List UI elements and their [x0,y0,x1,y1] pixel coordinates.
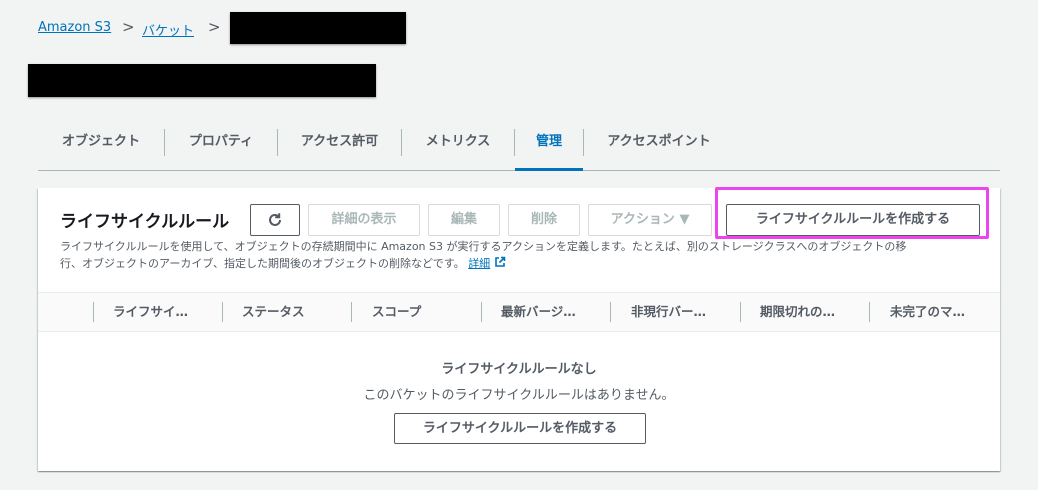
panel-title: ライフサイクルルール [60,212,230,232]
description-line-2: 行、オブジェクトのアーカイブ、指定した期間後のオブジェクトの削除などです。 詳細 [60,255,980,272]
refresh-icon [269,213,281,226]
redacted-bucket-name-breadcrumb [230,12,406,44]
breadcrumb-link-buckets[interactable]: バケット [142,20,194,39]
empty-state-message: このバケットのライフサイクルルールはありません。 [363,388,675,403]
empty-state-create-button[interactable]: ライフサイクルルールを作成する [394,413,646,444]
column-header-scope[interactable]: スコープ [372,293,421,331]
delete-button[interactable]: 削除 [508,204,580,236]
column-header-current-version[interactable]: 最新バージ… [501,293,576,331]
breadcrumb-link-s3[interactable]: Amazon S3 [38,20,111,35]
learn-more-link[interactable]: 詳細 [468,257,490,270]
column-header-lifecycle-rule[interactable]: ライフサイ… [113,293,188,331]
tab-properties[interactable]: プロパティ [165,124,277,170]
chevron-right-icon: > [122,18,135,36]
view-details-button[interactable]: 詳細の表示 [308,204,420,236]
empty-state-title: ライフサイクルルールなし [441,362,597,377]
description-line-1: ライフサイクルルールを使用して、オブジェクトの存続期間中に Amazon S3 … [60,240,907,253]
table-header: ライフサイ… ステータス スコープ 最新バージ… 非現行バー… 期限切れの… 未… [38,292,1000,332]
external-link-icon [494,256,505,267]
tab-permissions[interactable]: アクセス許可 [278,124,401,170]
tab-access-points[interactable]: アクセスポイント [584,124,734,170]
column-divider [93,302,94,322]
lifecycle-description: ライフサイクルルールを使用して、オブジェクトの存続期間中に Amazon S3 … [60,238,980,272]
column-divider [351,302,352,322]
column-divider [481,302,482,322]
highlight-annotation [715,187,989,239]
column-header-status[interactable]: ステータス [242,293,305,331]
tab-metrics[interactable]: メトリクス [402,124,514,170]
tab-objects[interactable]: オブジェクト [38,124,164,170]
redacted-page-title [28,64,376,97]
column-header-expired[interactable]: 期限切れの… [760,293,835,331]
actions-dropdown[interactable]: アクション ▼ [588,204,712,236]
column-divider [222,302,223,322]
column-divider [740,302,741,322]
description-line-2-text: 行、オブジェクトのアーカイブ、指定した期間後のオブジェクトの削除などです。 [60,257,465,270]
chevron-right-icon: > [208,18,221,36]
tab-management[interactable]: 管理 [515,124,583,171]
column-divider [869,302,870,322]
edit-button[interactable]: 編集 [428,204,500,236]
refresh-button[interactable] [250,204,300,236]
column-divider [610,302,611,322]
column-header-incomplete[interactable]: 未完了のマ… [890,293,965,331]
column-header-noncurrent-version[interactable]: 非現行バー… [631,293,706,331]
tab-bar: オブジェクト プロパティ アクセス許可 メトリクス 管理 アクセスポイント [38,124,1000,171]
